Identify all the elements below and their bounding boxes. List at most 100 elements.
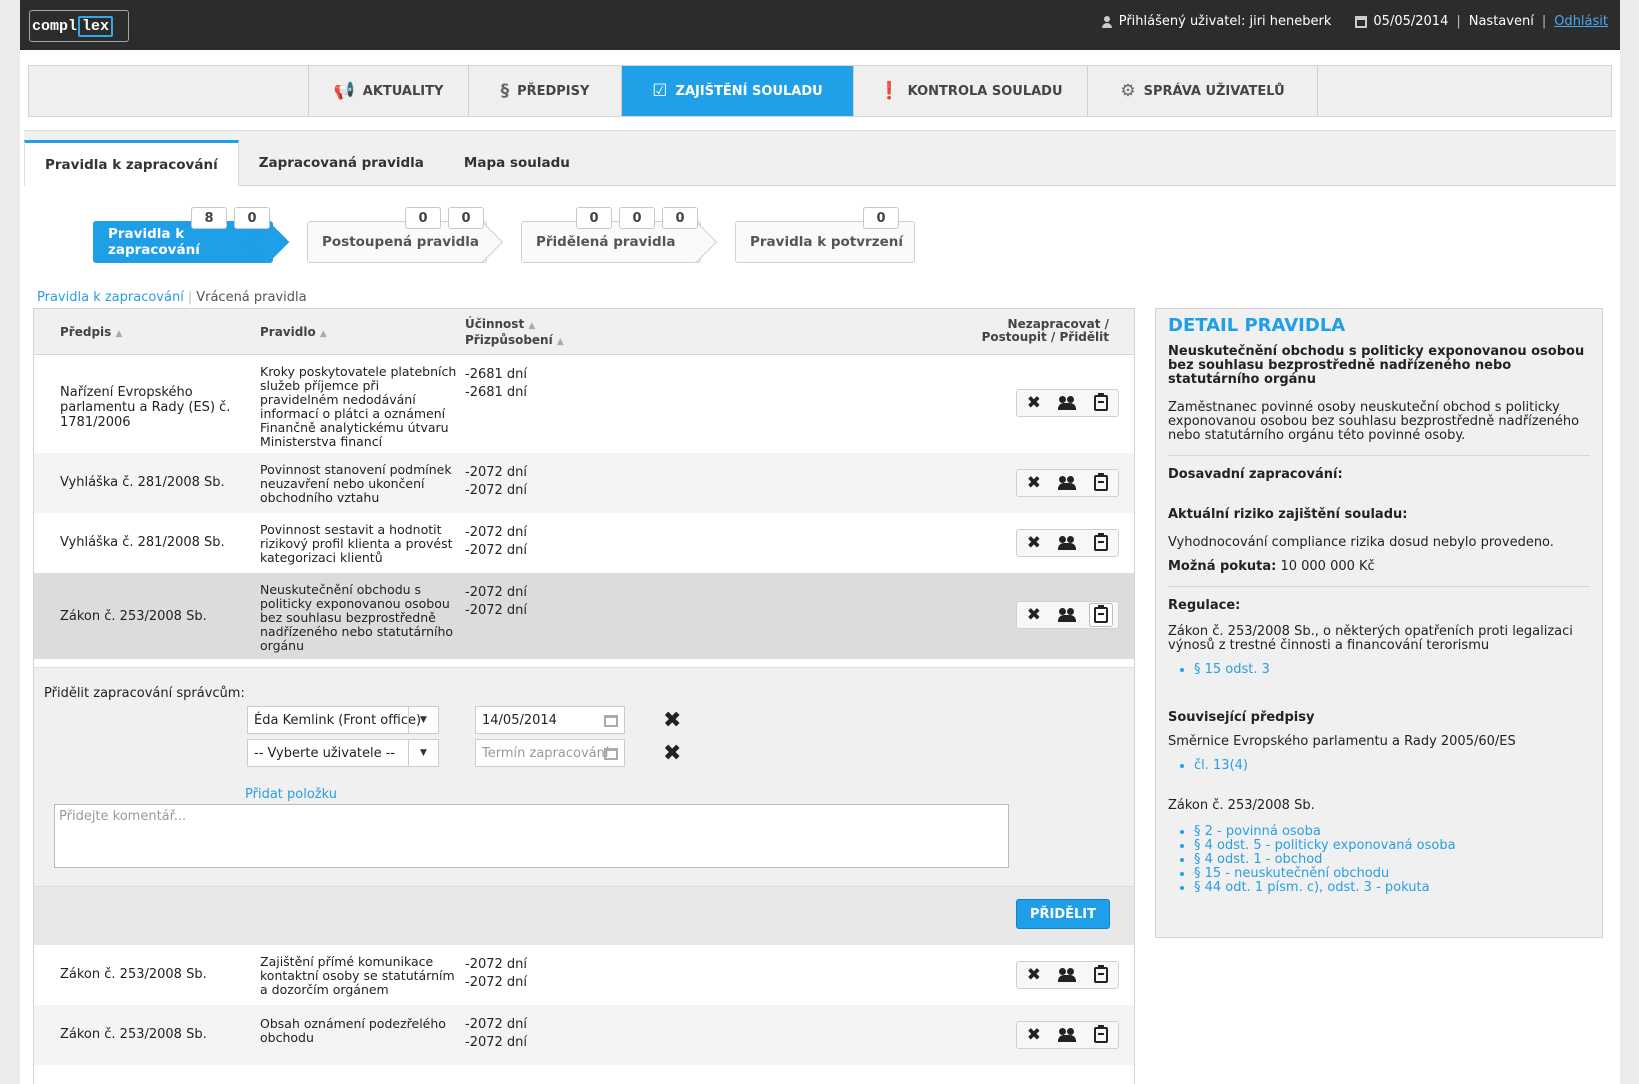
user-icon [1101, 15, 1113, 28]
users-icon[interactable] [1055, 603, 1079, 627]
clipboard-icon[interactable] [1089, 471, 1113, 495]
table-header: Předpis ▲ Pravidlo ▲ Účinnost ▲ Přizpůso… [34, 309, 1134, 355]
related-link[interactable]: § 44 odt. 1 písm. c), odst. 3 - pokuta [1180, 881, 1590, 895]
related-link[interactable]: § 15 - neuskutečnění obchodu [1180, 867, 1590, 881]
count-badge: 0 [234, 207, 270, 229]
deadline-input-2[interactable]: Termín zapracování [475, 739, 625, 767]
col-ucinnost[interactable]: Účinnost ▲ [465, 317, 535, 331]
col-prizpusobeni[interactable]: Přizpůsobení ▲ [465, 333, 564, 347]
clipboard-icon[interactable] [1089, 391, 1113, 415]
users-icon[interactable] [1055, 963, 1079, 987]
deadline-input-1[interactable]: 14/05/2014 [475, 706, 625, 734]
tab-zapracovana-pravidla[interactable]: Zapracovaná pravidla [239, 141, 444, 185]
count-badge: 0 [405, 207, 441, 229]
count-badge: 0 [863, 207, 899, 229]
remove-assignee-icon[interactable]: ✖ [663, 741, 681, 766]
sort-up-icon: ▲ [319, 329, 327, 339]
clipboard-icon[interactable] [1089, 531, 1113, 555]
rule-description: Zaměstnanec povinné osoby neuskuteční ob… [1168, 400, 1580, 443]
current-date: 05/05/2014 [1373, 14, 1449, 29]
regulation-link[interactable]: § 15 odst. 3 [1180, 663, 1590, 677]
complex-logo[interactable]: compl lex [29, 10, 129, 42]
table-row-selected[interactable]: Zákon č. 253/2008 Sb. Neuskutečnění obch… [34, 573, 1134, 659]
workflow-pipeline: Pravidla k zapracování 8 0 Postoupená pr… [72, 207, 972, 267]
clipboard-icon[interactable] [1089, 1023, 1113, 1047]
nav-spacer [29, 66, 309, 116]
related-link[interactable]: § 4 odst. 1 - obchod [1180, 853, 1590, 867]
detail-title: DETAIL PRAVIDLA [1168, 315, 1346, 336]
related-link[interactable]: § 4 odst. 5 - politicky exponovaná osoba [1180, 839, 1590, 853]
users-icon[interactable] [1055, 1023, 1079, 1047]
content-area: 📢 AKTUALITY § PŘEDPISY ☑ ZAJIŠTĚNÍ SOULADU … [20, 50, 1620, 1084]
assign-panel: Přidělit zapracování správcům: Éda Kemli… [34, 667, 1134, 946]
table-row[interactable]: Nařízení Evropského parlamentu a Rady (E… [34, 355, 1134, 453]
main-nav: 📢 AKTUALITY § PŘEDPISY ☑ ZAJIŠTĚNÍ SOULADU … [28, 65, 1612, 117]
comment-textarea[interactable]: Přidejte komentář... [54, 804, 1009, 868]
users-icon[interactable] [1055, 531, 1079, 555]
related-link[interactable]: § 2 - povinná osoba [1180, 825, 1590, 839]
related-1: Směrnice Evropského parlamentu a Rady 20… [1168, 734, 1516, 749]
users-icon[interactable] [1055, 471, 1079, 495]
table-row[interactable]: Zákon č. 253/2008 Sb. Zajištění přímé ko… [34, 945, 1134, 1005]
table-row[interactable]: Vyhláška č. 281/2008 Sb. Povinnost stano… [34, 453, 1134, 513]
breadcrumb: Pravidla k zapracování | Vrácená pravidla [37, 290, 307, 305]
history-label: Dosavadní zapracování: [1168, 467, 1343, 482]
breadcrumb-link[interactable]: Pravidla k zapracování [37, 290, 184, 305]
rule-detail-panel: DETAIL PRAVIDLA Neuskutečnění obchodu s … [1155, 308, 1603, 938]
nav-zajisteni-souladu[interactable]: ☑ ZAJIŠTĚNÍ SOULADU [622, 66, 854, 116]
nav-kontrola-souladu[interactable]: ❗ KONTROLA SOULADU [854, 66, 1088, 116]
close-icon[interactable]: ✖ [1022, 471, 1046, 495]
add-item-link[interactable]: Přidat položku [245, 787, 337, 802]
sort-up-icon: ▲ [528, 321, 536, 331]
logout-link[interactable]: Odhlásit [1554, 14, 1608, 29]
assign-button[interactable]: PŘIDĚLIT [1016, 899, 1110, 929]
settings-link[interactable]: Nastavení [1469, 14, 1534, 29]
close-icon[interactable]: ✖ [1022, 963, 1046, 987]
calendar-icon[interactable] [604, 748, 618, 760]
top-bar: compl lex Přihlášený uživatel: jiri heneb… [20, 0, 1620, 50]
sub-tabs: Pravidla k zapracování Zapracovaná pravi… [24, 130, 1616, 186]
close-icon[interactable]: ✖ [1022, 603, 1046, 627]
related-link[interactable]: čl. 13(4) [1180, 759, 1590, 773]
users-icon[interactable] [1055, 391, 1079, 415]
assignee-select-2[interactable]: -- Vyberte uživatele -- ▼ [247, 739, 439, 767]
table-row[interactable]: Vyhláška č. 281/2008 Sb. Povinnost sesta… [34, 513, 1134, 573]
close-icon[interactable]: ✖ [1022, 391, 1046, 415]
checkbox-icon: ☑ [652, 81, 668, 101]
tab-mapa-souladu[interactable]: Mapa souladu [444, 141, 590, 185]
nav-predpisy[interactable]: § PŘEDPISY [469, 66, 622, 116]
row-actions: ✖ [1016, 529, 1119, 557]
logged-user-label: Přihlášený uživatel: jiri heneberk [1118, 14, 1332, 29]
chevron-down-icon: ▼ [408, 740, 438, 766]
assign-label: Přidělit zapracování správcům: [44, 686, 245, 701]
step-postoupena-pravidla[interactable]: Postoupená pravidla 0 0 [307, 207, 504, 264]
count-badge: 0 [448, 207, 484, 229]
sort-up-icon: ▲ [556, 337, 564, 347]
clipboard-icon[interactable] [1089, 963, 1113, 987]
col-pravidlo[interactable]: Pravidlo ▲ [260, 325, 327, 339]
row-actions: ✖ [1016, 469, 1119, 497]
step-pravidla-k-potvrzeni[interactable]: Pravidla k potvrzení 0 [735, 207, 915, 263]
close-icon[interactable]: ✖ [1022, 531, 1046, 555]
tab-pravidla-k-zapracovani[interactable]: Pravidla k zapracování [24, 140, 239, 186]
paragraph-icon: § [500, 81, 510, 101]
rules-table: Předpis ▲ Pravidlo ▲ Účinnost ▲ Přizpůso… [33, 308, 1135, 1084]
alert-icon: ❗ [878, 81, 900, 101]
rule-name: Neuskutečnění obchodu s politicky expono… [1168, 344, 1585, 387]
nav-sprava-uzivatelu[interactable]: ⚙ SPRÁVA UŽIVATELŮ [1088, 66, 1318, 116]
remove-assignee-icon[interactable]: ✖ [663, 708, 681, 733]
col-actions-2: Postoupit / Přidělit [981, 330, 1109, 344]
step-pridelena-pravidla[interactable]: Přidělená pravidla 0 0 0 [521, 207, 718, 264]
col-predpis[interactable]: Předpis ▲ [60, 325, 122, 339]
chevron-down-icon: ▼ [408, 707, 438, 733]
calendar-icon[interactable] [604, 715, 618, 727]
breadcrumb-current: Vrácená pravidla [196, 290, 307, 305]
risk-label: Aktuální riziko zajištění souladu: [1168, 507, 1408, 522]
table-row[interactable]: Zákon č. 253/2008 Sb. Obsah oznámení pod… [34, 1005, 1134, 1065]
nav-aktuality[interactable]: 📢 AKTUALITY [309, 66, 469, 116]
row-actions: ✖ [1016, 1021, 1119, 1049]
assignee-select-1[interactable]: Éda Kemlink (Front office) ▼ [247, 706, 439, 734]
close-icon[interactable]: ✖ [1022, 1023, 1046, 1047]
step-pravidla-k-zapracovani[interactable]: Pravidla k zapracování 8 0 [93, 207, 290, 264]
clipboard-icon[interactable] [1089, 603, 1114, 627]
